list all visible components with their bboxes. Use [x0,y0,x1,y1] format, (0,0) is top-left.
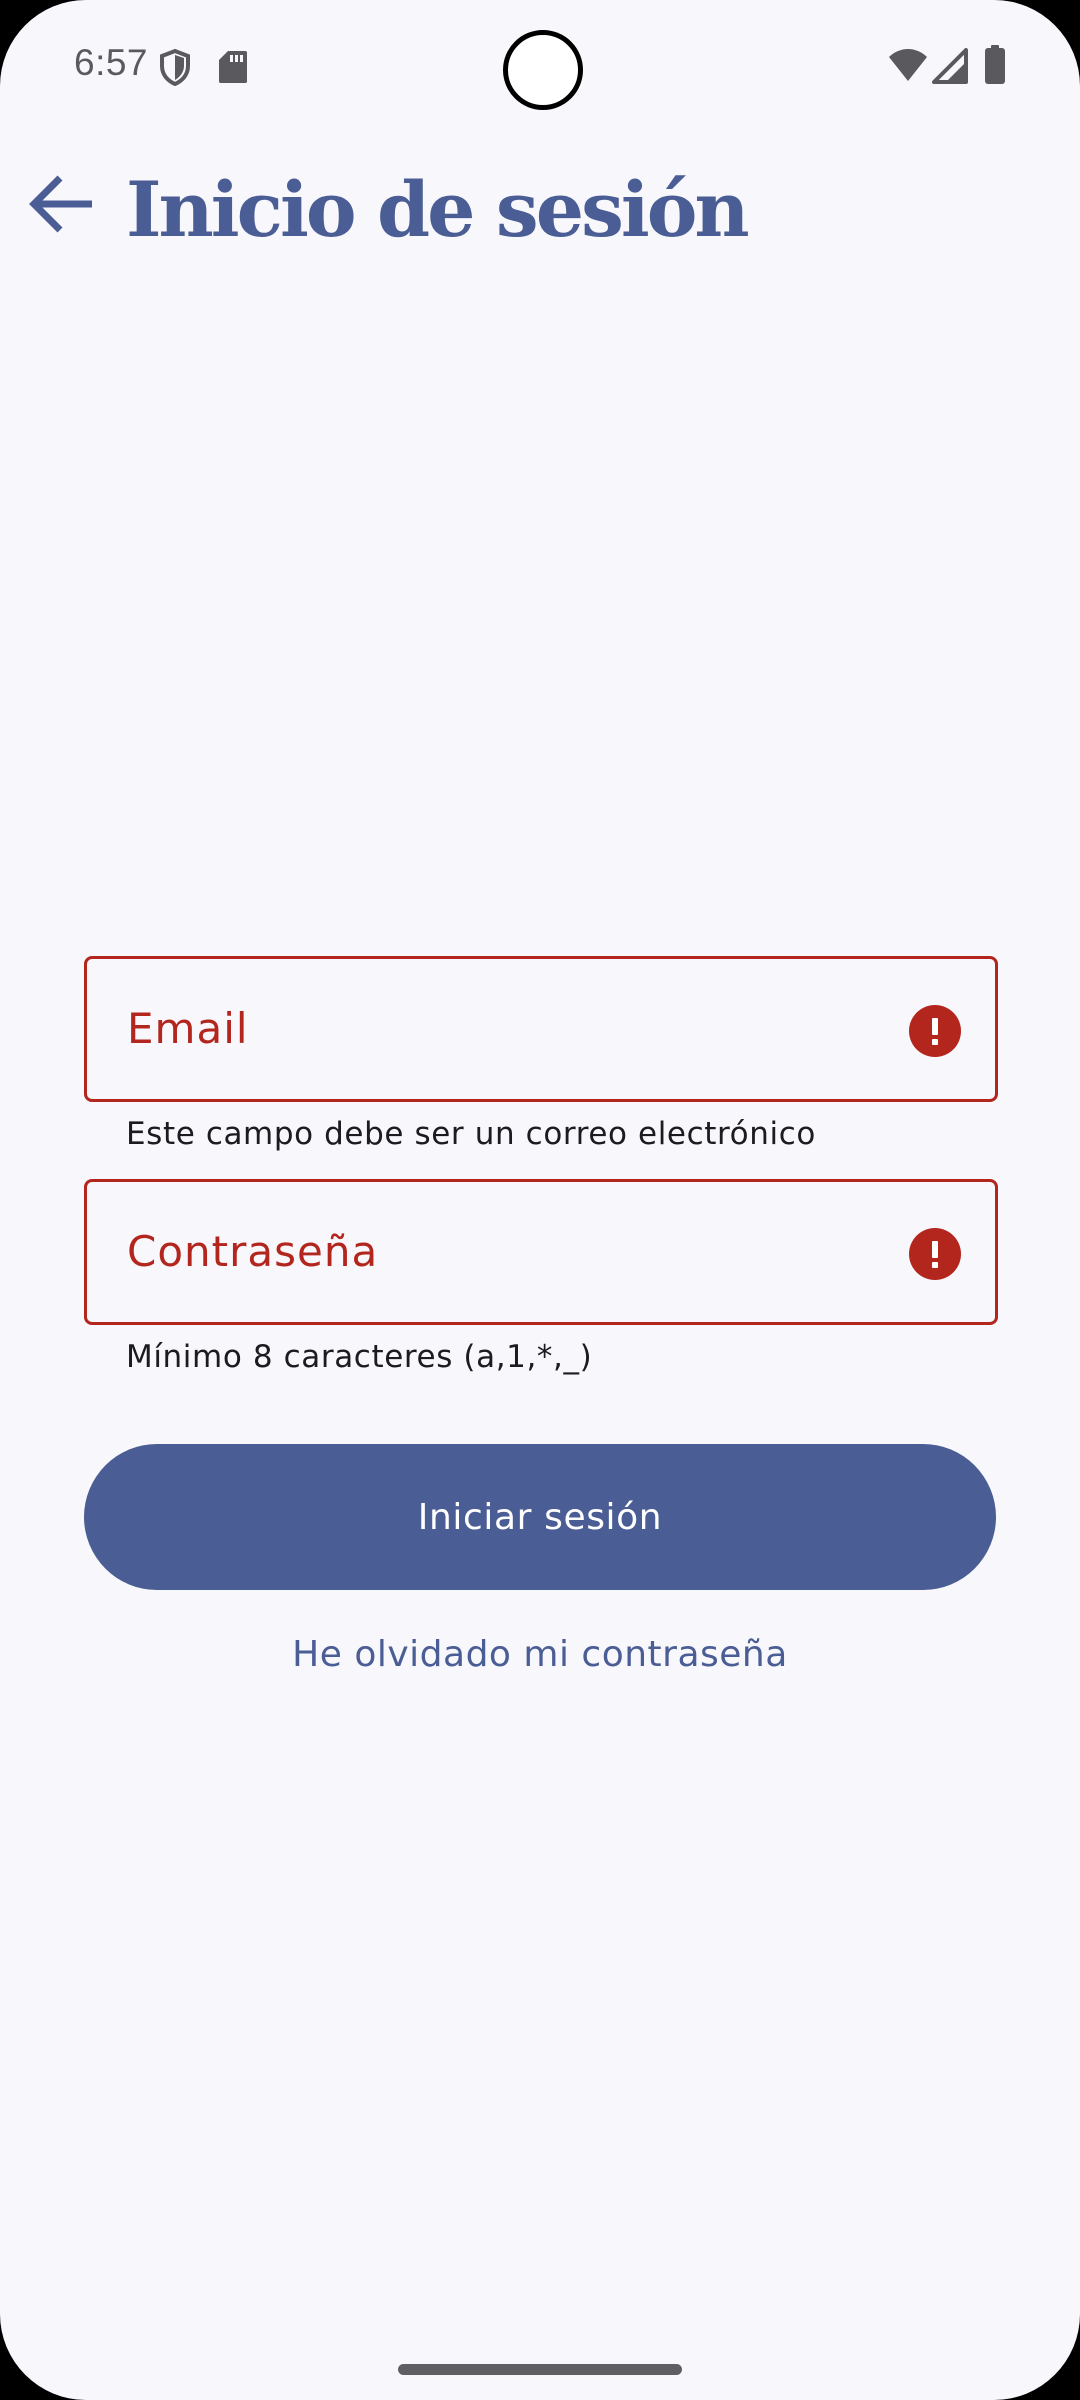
error-icon [909,1005,961,1057]
login-button[interactable]: Iniciar sesión [84,1444,996,1590]
battery-icon [984,45,1006,85]
sd-card-icon [218,50,248,84]
camera-cutout [503,30,583,110]
shield-icon [158,48,192,87]
email-field-label: Email [127,1004,249,1053]
home-indicator[interactable] [398,2364,682,2375]
status-bar: 6:57 [0,0,1080,130]
back-button[interactable] [22,164,102,244]
password-field[interactable]: Contraseña [84,1179,998,1325]
password-field-label: Contraseña [127,1227,379,1276]
error-icon [909,1228,961,1280]
page-title: Inicio de sesión [126,165,750,254]
status-time: 6:57 [74,42,149,83]
cell-signal-icon [932,48,968,84]
email-field[interactable]: Email [84,956,998,1102]
wifi-icon [888,48,928,82]
password-helper-text: Mínimo 8 caracteres (a,1,*,_) [126,1339,593,1375]
forgot-password-link[interactable]: He olvidado mi contraseña [0,1630,1080,1680]
email-helper-text: Este campo debe ser un correo electrónic… [126,1116,816,1152]
app-screen: 6:57 Inicio de sesión Email Este campo d… [0,0,1080,2400]
arrow-back-icon [29,175,92,233]
